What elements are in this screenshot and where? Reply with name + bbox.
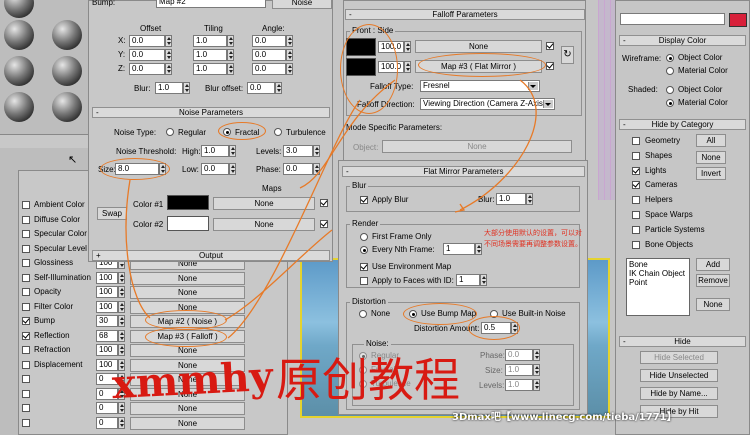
chevron-down-icon <box>530 85 536 88</box>
watermark-chinese: 原创教程 <box>276 353 460 407</box>
watermark-site: 3Dmax吧【www.linecg.com/tieba/1771】 <box>452 412 677 423</box>
watermark-latin: xmmhy <box>110 352 274 409</box>
chevron-down-icon <box>545 103 551 106</box>
